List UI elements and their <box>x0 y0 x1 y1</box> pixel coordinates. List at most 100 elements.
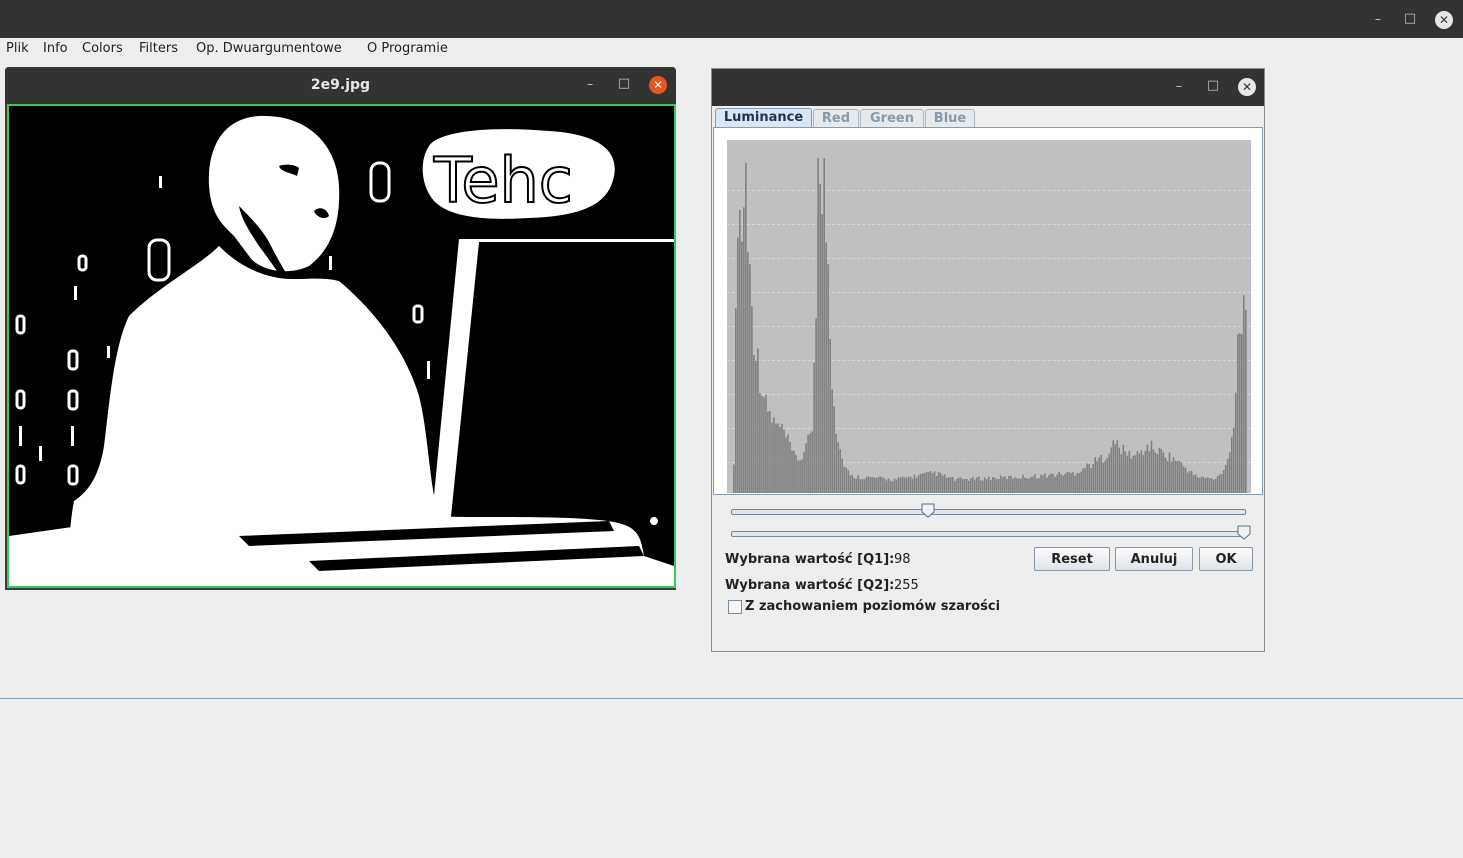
histogram-panel <box>713 127 1263 495</box>
image-window-title: 2e9.jpg <box>310 77 371 93</box>
maximize-icon[interactable]: □ <box>1401 10 1419 28</box>
histogram-bar <box>841 458 844 493</box>
slider-q2-thumb[interactable] <box>1237 525 1251 540</box>
histogram-bar <box>1240 334 1243 493</box>
histogram-bar <box>1020 478 1022 493</box>
histogram-bar <box>883 478 886 493</box>
histogram-bar <box>1110 447 1113 493</box>
histogram-bar <box>893 478 896 493</box>
histogram-bar <box>1186 472 1189 493</box>
histogram-bar <box>939 473 942 493</box>
cancel-button[interactable]: Anuluj <box>1115 547 1193 571</box>
histogram-bar <box>961 479 964 493</box>
histogram-bar <box>1170 461 1173 493</box>
histogram-bar <box>787 434 789 493</box>
reset-button[interactable]: Reset <box>1034 547 1110 571</box>
close-icon[interactable]: ✕ <box>649 76 667 94</box>
menu-info[interactable]: Info <box>43 41 68 56</box>
histogram-bar <box>875 478 878 493</box>
histogram-bar <box>877 476 880 493</box>
histogram-bar <box>941 475 944 493</box>
histogram-bar <box>847 470 850 493</box>
histogram-bar <box>835 433 838 493</box>
histogram-bar <box>947 477 950 493</box>
histogram-bar <box>1074 475 1076 493</box>
menu-plik[interactable]: Plik <box>6 41 29 56</box>
histogram-bar <box>1054 476 1056 493</box>
menu-op-dwuargumentowe[interactable]: Op. Dwuargumentowe <box>196 41 342 56</box>
histogram-bar <box>1210 478 1213 493</box>
histogram-bar <box>759 393 761 493</box>
menu-colors[interactable]: Colors <box>82 41 123 56</box>
histogram-bar <box>815 318 817 493</box>
minimize-icon[interactable]: – <box>1170 78 1188 96</box>
menu-o-programie[interactable]: O Programie <box>367 41 448 56</box>
histogram-bar <box>945 477 948 493</box>
histogram-bar <box>855 478 858 493</box>
histogram-bar <box>747 251 749 493</box>
tab-red[interactable]: Red <box>813 109 859 128</box>
histogram-bar <box>977 476 980 493</box>
histogram-bar <box>1174 460 1177 493</box>
histogram-bar <box>994 477 996 493</box>
histogram-bar <box>1122 444 1125 493</box>
histogram-bar <box>949 477 952 493</box>
histogram-bar <box>1016 478 1018 493</box>
image-canvas[interactable]: Tehc <box>7 104 676 588</box>
slider-q1-track[interactable] <box>731 509 1246 515</box>
histogram-bar <box>1080 471 1082 493</box>
slider-q1-thumb[interactable] <box>921 503 935 518</box>
histogram-bar <box>865 476 868 493</box>
histogram-dialog-titlebar[interactable]: – □ ✕ <box>712 69 1264 106</box>
histogram-bar <box>783 429 785 493</box>
maximize-icon[interactable]: □ <box>1204 77 1222 95</box>
histogram-bar <box>765 394 767 493</box>
histogram-bar <box>1070 473 1072 493</box>
histogram-bar <box>1146 444 1149 493</box>
histogram-bar <box>851 474 854 493</box>
minimize-icon[interactable]: – <box>581 76 599 94</box>
histogram-bar <box>963 479 966 493</box>
histogram-bar <box>837 442 840 493</box>
q2-value: 255 <box>894 578 919 593</box>
tab-green[interactable]: Green <box>860 109 924 128</box>
histogram-bar <box>753 354 755 493</box>
histogram-bar <box>1078 473 1080 493</box>
close-icon[interactable]: ✕ <box>1435 11 1453 29</box>
histogram-bar <box>929 470 932 493</box>
minimize-icon[interactable]: – <box>1369 11 1387 29</box>
q1-value: 98 <box>894 552 911 567</box>
preserve-gray-checkbox[interactable] <box>728 600 742 614</box>
menu-filters[interactable]: Filters <box>139 41 178 56</box>
histogram-bar <box>1092 464 1095 493</box>
histogram-bar <box>769 410 771 493</box>
histogram-bar <box>935 476 938 493</box>
tab-blue[interactable]: Blue <box>925 109 975 128</box>
close-icon[interactable]: ✕ <box>1238 78 1256 96</box>
histogram-bar <box>1000 475 1002 493</box>
histogram-bar <box>1108 453 1111 493</box>
histogram-bar <box>1154 452 1157 493</box>
histogram-bar <box>1164 457 1167 493</box>
histogram-bar <box>857 475 860 493</box>
histogram-bar <box>737 237 739 493</box>
histogram-bar <box>1178 460 1181 493</box>
slider-q2-track[interactable] <box>731 531 1246 537</box>
histogram-bar <box>1026 478 1028 493</box>
histogram-bar <box>827 264 829 493</box>
histogram-bar <box>1028 478 1030 493</box>
histogram-bar <box>927 471 930 493</box>
histogram-bar <box>1208 478 1211 493</box>
histogram-bar <box>1056 474 1058 493</box>
preserve-gray-label[interactable]: Z zachowaniem poziomów szarości <box>745 599 1000 614</box>
image-window-titlebar[interactable]: 2e9.jpg – □ ✕ <box>5 67 676 104</box>
tab-luminance[interactable]: Luminance <box>715 108 812 129</box>
histogram-bar <box>1194 474 1197 493</box>
histogram-bar <box>1024 477 1026 493</box>
histogram-bar <box>821 213 823 493</box>
histogram-bar <box>749 264 751 493</box>
histogram-bar <box>1042 475 1044 493</box>
maximize-icon[interactable]: □ <box>615 75 633 93</box>
ok-button[interactable]: OK <box>1199 547 1253 571</box>
histogram-bar <box>967 480 970 493</box>
